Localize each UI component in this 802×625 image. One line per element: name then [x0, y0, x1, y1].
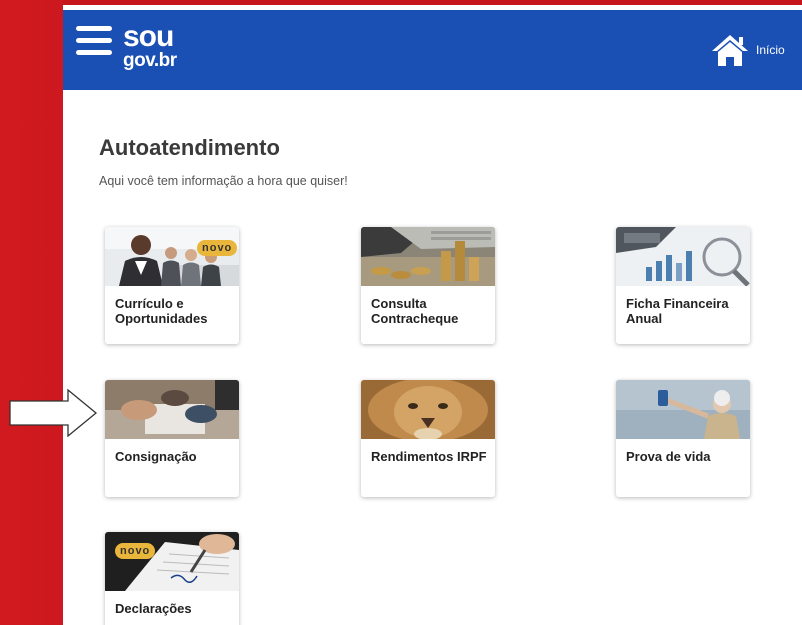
- hamburger-menu-icon[interactable]: [76, 26, 114, 60]
- new-badge: novo: [197, 240, 238, 256]
- sou-govbr-logo[interactable]: sou gov.br: [123, 20, 193, 77]
- card-curriculo-oportunidades[interactable]: novo Currículo e Oportunidades: [105, 227, 239, 344]
- card-label: Declarações: [115, 601, 192, 616]
- handshake-contract-image: [105, 380, 239, 439]
- page-subtitle: Aqui você tem informação a hora que quis…: [99, 174, 348, 188]
- card-prova-de-vida[interactable]: Prova de vida: [616, 380, 750, 497]
- card-label: Currículo e Oportunidades: [115, 296, 208, 326]
- card-rendimentos-irpf[interactable]: Rendimentos IRPF: [361, 380, 495, 497]
- people-meeting-image: novo: [105, 227, 239, 286]
- top-border: [63, 0, 802, 10]
- app-window: sou gov.br Início Autoatendimento Aqui v…: [63, 10, 802, 625]
- card-label: Consignação: [115, 449, 197, 464]
- card-consulta-contracheque[interactable]: Consulta Contracheque: [361, 227, 495, 344]
- home-label: Início: [756, 43, 785, 57]
- new-badge: novo: [115, 543, 156, 559]
- card-ficha-financeira-anual[interactable]: Ficha Financeira Anual: [616, 227, 750, 344]
- card-declaracoes[interactable]: novo Declarações: [105, 532, 239, 625]
- home-icon: [712, 35, 748, 66]
- financial-chart-image: [616, 227, 750, 286]
- card-label: Rendimentos IRPF: [371, 449, 487, 464]
- lion-image: [361, 380, 495, 439]
- card-label: Ficha Financeira Anual: [626, 296, 729, 326]
- signing-document-image: novo: [105, 532, 239, 591]
- logo-sou-text: sou: [123, 20, 174, 53]
- home-link[interactable]: Início: [710, 32, 785, 68]
- card-label: Consulta Contracheque: [371, 296, 459, 326]
- coins-calculator-image: [361, 227, 495, 286]
- selfie-senior-image: [616, 380, 750, 439]
- header-bar: sou gov.br Início: [63, 10, 802, 90]
- card-consignacao[interactable]: Consignação: [105, 380, 239, 497]
- logo-govbr-text: gov.br: [123, 50, 177, 71]
- page-title: Autoatendimento: [99, 135, 280, 160]
- card-label: Prova de vida: [626, 449, 711, 464]
- pointer-arrow-icon: [9, 388, 98, 438]
